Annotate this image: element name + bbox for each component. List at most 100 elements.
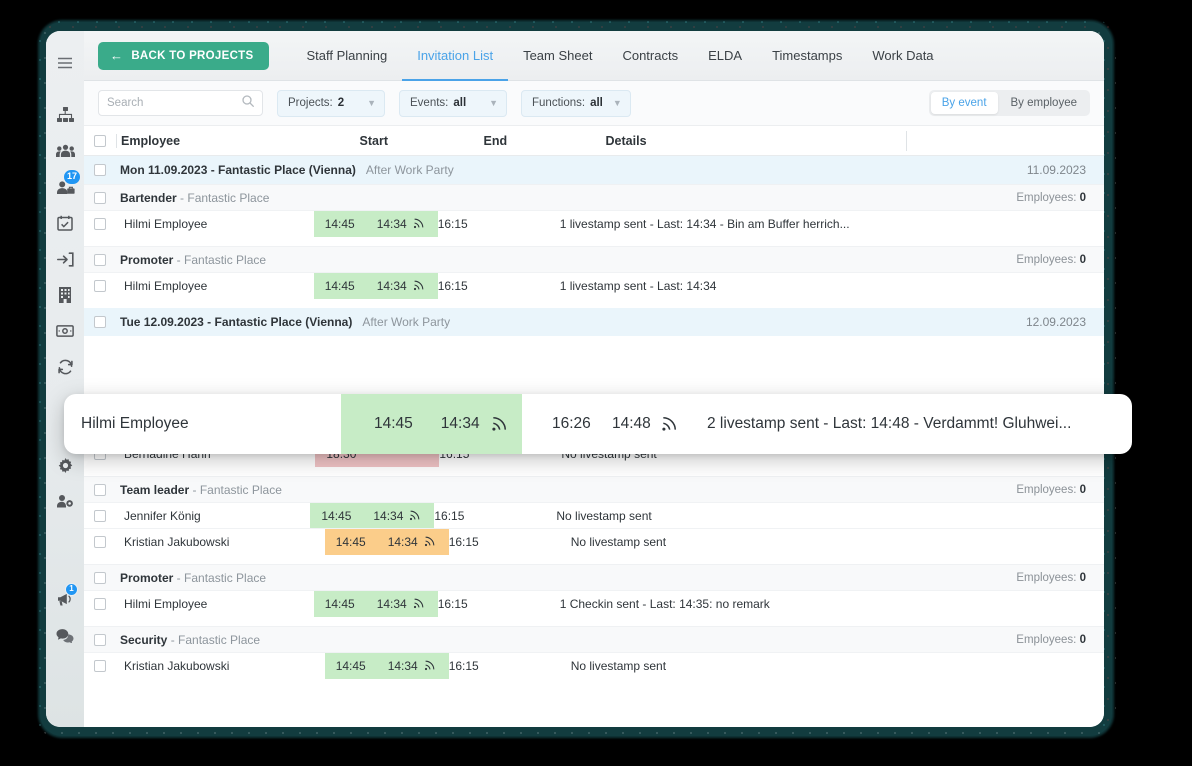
function-location: Fantastic Place: [178, 633, 260, 647]
column-header-details: Details: [606, 134, 906, 148]
start-actual: 14:34: [377, 217, 407, 231]
screenshot-stage: 17: [0, 0, 1192, 766]
calendar-check-icon[interactable]: [50, 208, 80, 238]
gear-icon[interactable]: [50, 450, 80, 480]
table-row[interactable]: Kristian Jakubowski 14:45 14:34: [84, 652, 1104, 678]
filter-projects[interactable]: Projects: 2 ▼: [277, 90, 385, 117]
function-title-cell: Security - Fantastic Place: [116, 633, 638, 647]
back-to-projects-button[interactable]: ← BACK TO PROJECTS: [98, 42, 269, 70]
event-group-row[interactable]: Tue 12.09.2023 - Fantastic Place (Vienna…: [84, 308, 1104, 336]
toggle-by-event[interactable]: By event: [931, 92, 998, 114]
function-location: Fantastic Place: [184, 253, 266, 267]
view-mode-toggle: By event By employee: [929, 90, 1090, 116]
chevron-down-icon: ▼: [367, 98, 376, 108]
event-checkbox[interactable]: [84, 316, 116, 328]
function-name: Team leader: [120, 483, 189, 497]
function-group-row[interactable]: Security - Fantastic Place Employees: 0: [84, 626, 1104, 652]
event-checkbox[interactable]: [84, 164, 116, 176]
table-row[interactable]: Kristian Jakubowski 14:45 14:34: [84, 528, 1104, 554]
event-subtitle: After Work Party: [366, 163, 454, 177]
end-time: 16:15: [434, 509, 556, 523]
event-title: Mon 11.09.2023 - Fantastic Place (Vienna…: [120, 163, 356, 177]
tab-team-sheet[interactable]: Team Sheet: [508, 31, 607, 81]
tab-invitation-list[interactable]: Invitation List: [402, 31, 508, 81]
search-box[interactable]: [98, 90, 263, 116]
tab-work-data[interactable]: Work Data: [857, 31, 948, 81]
search-input[interactable]: [107, 97, 242, 109]
end-time: 16:15: [449, 535, 571, 549]
function-employee-count: Employees: 0: [641, 572, 1104, 584]
employees-label: Employees:: [1016, 634, 1076, 646]
overlay-details: 2 livestamp sent - Last: 14:48 - Verdamm…: [707, 415, 1132, 433]
user-briefcase-icon[interactable]: 17: [50, 172, 80, 202]
function-employee-count: Employees: 0: [638, 634, 1104, 646]
building-icon[interactable]: [50, 280, 80, 310]
function-checkbox[interactable]: [84, 484, 116, 496]
function-name: Promoter: [120, 253, 173, 267]
row-details: No livestamp sent: [556, 509, 976, 523]
function-checkbox[interactable]: [84, 634, 116, 646]
tab-staff-planning[interactable]: Staff Planning: [291, 31, 402, 81]
overlay-end-time: 16:26: [522, 415, 612, 433]
table-row[interactable]: Hilmi Employee 14:45 14:34 16: [84, 590, 1104, 616]
table-row[interactable]: Hilmi Employee 14:45 14:34 16: [84, 210, 1104, 236]
row-checkbox[interactable]: [84, 536, 116, 548]
start-cell: 14:45 14:34: [325, 653, 449, 679]
row-checkbox[interactable]: [84, 218, 116, 230]
row-checkbox[interactable]: [84, 280, 116, 292]
hovered-row-overlay[interactable]: Hilmi Employee 14:45 14:34 16:26 14:48 2…: [64, 394, 1132, 454]
filter-functions[interactable]: Functions: all ▼: [521, 90, 631, 117]
filter-functions-label: Functions:: [532, 97, 585, 109]
chat-bubbles-icon[interactable]: [50, 620, 80, 650]
login-arrow-icon[interactable]: [50, 244, 80, 274]
function-group-row[interactable]: Promoter - Fantastic Place Employees: 0: [84, 246, 1104, 272]
function-location: Fantastic Place: [184, 571, 266, 585]
user-settings-icon[interactable]: [50, 486, 80, 516]
filter-events[interactable]: Events: all ▼: [399, 90, 507, 117]
employees-label: Employees:: [1016, 254, 1076, 266]
filter-projects-value: 2: [338, 97, 344, 109]
employee-name: Hilmi Employee: [116, 279, 314, 293]
tab-elda[interactable]: ELDA: [693, 31, 757, 81]
signal-stream-icon: [413, 598, 424, 609]
table-row[interactable]: Hilmi Employee 14:45 14:34 16: [84, 272, 1104, 298]
event-group-row[interactable]: Mon 11.09.2023 - Fantastic Place (Vienna…: [84, 156, 1104, 184]
start-planned: 14:45: [336, 535, 388, 549]
tab-timestamps[interactable]: Timestamps: [757, 31, 857, 81]
table-row[interactable]: Jennifer König 14:45 14:34 16: [84, 502, 1104, 528]
row-checkbox[interactable]: [84, 510, 116, 522]
overlay-live-time: 14:48: [612, 415, 651, 433]
row-checkbox[interactable]: [84, 598, 116, 610]
end-time: 16:15: [438, 217, 560, 231]
function-checkbox[interactable]: [84, 572, 116, 584]
function-title-cell: Promoter - Fantastic Place: [116, 253, 641, 267]
employee-name: Kristian Jakubowski: [116, 659, 325, 673]
banknote-icon[interactable]: [50, 316, 80, 346]
chevron-down-icon: ▼: [613, 98, 622, 108]
toggle-by-employee[interactable]: By employee: [1000, 92, 1088, 114]
org-chart-icon[interactable]: [50, 100, 80, 130]
group-gap: [84, 554, 1104, 564]
function-group-row[interactable]: Team leader - Fantastic Place Employees:…: [84, 476, 1104, 502]
function-checkbox[interactable]: [84, 192, 116, 204]
tab-contracts[interactable]: Contracts: [607, 31, 693, 81]
start-planned: 14:45: [321, 509, 373, 523]
column-header-end: End: [484, 134, 606, 148]
function-group-row[interactable]: Promoter - Fantastic Place Employees: 0: [84, 564, 1104, 590]
hamburger-menu-icon[interactable]: [50, 48, 80, 78]
select-all-checkbox[interactable]: [84, 135, 116, 147]
megaphone-icon[interactable]: 1: [50, 584, 80, 614]
end-time: 16:15: [438, 279, 560, 293]
start-cell: 14:45 14:34: [314, 211, 438, 237]
start-cell: 14:45 14:34: [325, 529, 449, 555]
function-checkbox[interactable]: [84, 254, 116, 266]
start-cell: 14:45 14:34: [314, 273, 438, 299]
end-time: 16:15: [449, 659, 571, 673]
row-checkbox[interactable]: [84, 660, 116, 672]
event-title-cell: Mon 11.09.2023 - Fantastic Place (Vienna…: [116, 163, 740, 177]
function-group-row[interactable]: Bartender - Fantastic Place Employees: 0: [84, 184, 1104, 210]
employee-name: Hilmi Employee: [116, 597, 314, 611]
signal-stream-icon: [413, 280, 424, 291]
sync-refresh-icon[interactable]: [50, 352, 80, 382]
people-group-icon[interactable]: [50, 136, 80, 166]
